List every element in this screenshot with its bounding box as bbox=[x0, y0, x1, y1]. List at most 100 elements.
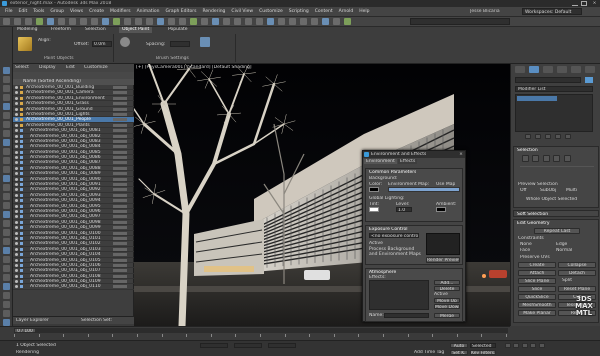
toggle-layer-explorer-icon[interactable] bbox=[278, 18, 285, 25]
toggle-scene-explorer-icon[interactable] bbox=[267, 18, 274, 25]
visibility-eye-icon[interactable] bbox=[15, 220, 18, 224]
freeze-column-toggle[interactable] bbox=[113, 231, 127, 235]
visibility-eye-icon[interactable] bbox=[15, 199, 18, 203]
edge-level-icon[interactable] bbox=[532, 155, 540, 162]
menu-arnold[interactable]: Arnold bbox=[336, 8, 357, 16]
prev-frame-icon[interactable] bbox=[513, 343, 520, 348]
process-bg-checkbox[interactable]: Process Background and Environment Maps bbox=[369, 247, 421, 257]
create-icon[interactable] bbox=[3, 67, 10, 74]
select-rotate-icon[interactable] bbox=[124, 18, 131, 25]
select-move-icon[interactable] bbox=[113, 18, 120, 25]
scene-explorer-tab-display[interactable]: Display bbox=[39, 65, 56, 70]
minimize-button[interactable] bbox=[572, 1, 578, 6]
select-manipulate-icon[interactable] bbox=[168, 18, 175, 25]
effect-active-checkbox[interactable]: Active bbox=[434, 292, 448, 297]
select-object-icon[interactable] bbox=[69, 18, 76, 25]
freeze-column-toggle[interactable] bbox=[113, 269, 127, 273]
time-slider-handle[interactable]: 0 / 100 bbox=[14, 328, 36, 333]
env-map-button[interactable] bbox=[388, 187, 460, 192]
freeze-column-toggle[interactable] bbox=[113, 215, 127, 219]
visibility-eye-icon[interactable] bbox=[15, 150, 18, 154]
rendered-frame-window-icon[interactable] bbox=[333, 18, 340, 25]
scene-states-icon[interactable] bbox=[3, 130, 10, 137]
freeze-column-toggle[interactable] bbox=[113, 102, 127, 106]
bg-color-swatch[interactable] bbox=[369, 187, 379, 192]
open-group-icon[interactable] bbox=[3, 220, 10, 227]
configure-sets-icon[interactable] bbox=[565, 134, 571, 139]
visibility-eye-icon[interactable] bbox=[15, 107, 18, 111]
render-production-icon[interactable] bbox=[344, 18, 351, 25]
freeze-column-toggle[interactable] bbox=[113, 285, 127, 289]
tint-swatch[interactable] bbox=[369, 207, 379, 212]
workspace-select[interactable]: Workspaces: Default bbox=[522, 8, 582, 15]
menu-graph-editors[interactable]: Graph Editors bbox=[163, 8, 200, 16]
snaps-toggle-icon[interactable] bbox=[190, 18, 197, 25]
next-frame-icon[interactable] bbox=[530, 343, 537, 348]
select-scale-icon[interactable] bbox=[135, 18, 142, 25]
viewport-layout-icon[interactable] bbox=[3, 139, 10, 146]
make-planar-button[interactable]: Make Planar bbox=[518, 310, 556, 316]
systems-icon[interactable] bbox=[3, 301, 10, 308]
mirror-icon[interactable] bbox=[245, 18, 252, 25]
undo-icon[interactable] bbox=[3, 18, 10, 25]
delete-effect-button[interactable]: Delete bbox=[434, 286, 460, 291]
light-lister-icon[interactable] bbox=[3, 265, 10, 272]
visibility-eye-icon[interactable] bbox=[15, 242, 18, 246]
menu-rendering[interactable]: Rendering bbox=[199, 8, 228, 16]
selection-rollout-title[interactable]: Selection bbox=[517, 148, 538, 153]
hide-icon[interactable] bbox=[3, 166, 10, 173]
edit-geometry-title[interactable]: Edit Geometry bbox=[517, 221, 550, 226]
slice-plane-button[interactable]: Slice Plane bbox=[518, 278, 556, 284]
ribbon-tab-selection[interactable]: Selection bbox=[82, 27, 109, 33]
container-icon[interactable] bbox=[3, 184, 10, 191]
collapse-button[interactable]: Collapse bbox=[558, 262, 596, 268]
reset-plane-button[interactable]: Reset Plane bbox=[558, 286, 596, 292]
viewport-label[interactable]: [+] [PhysCamera001] [Standard] [Default … bbox=[136, 65, 252, 70]
ungroup-icon[interactable] bbox=[3, 211, 10, 218]
freeze-column-toggle[interactable] bbox=[113, 166, 127, 170]
visibility-eye-icon[interactable] bbox=[15, 139, 18, 143]
freeze-column-toggle[interactable] bbox=[113, 274, 127, 278]
attach-button[interactable]: Attach bbox=[518, 270, 556, 276]
visibility-eye-icon[interactable] bbox=[15, 91, 18, 95]
freeze-column-toggle[interactable] bbox=[113, 134, 127, 138]
freeze-column-toggle[interactable] bbox=[113, 91, 127, 95]
ribbon-tab-modeling[interactable]: Modeling bbox=[14, 27, 40, 33]
layer-explorer-label[interactable]: Layer Explorer bbox=[16, 318, 49, 323]
modifier-stack[interactable] bbox=[515, 94, 593, 132]
constraint-face-radio[interactable]: Face bbox=[520, 248, 530, 253]
visibility-eye-icon[interactable] bbox=[15, 236, 18, 240]
modify-icon[interactable] bbox=[3, 76, 10, 83]
modifier-stack-item[interactable] bbox=[517, 96, 557, 101]
freeze-column-toggle[interactable] bbox=[113, 112, 127, 116]
add-effect-button[interactable]: Add... bbox=[434, 280, 460, 285]
exposure-title[interactable]: Exposure Control bbox=[369, 227, 408, 232]
visibility-eye-icon[interactable] bbox=[15, 156, 18, 160]
freeze-column-toggle[interactable] bbox=[113, 258, 127, 262]
goto-start-icon[interactable] bbox=[505, 343, 511, 348]
freeze-column-toggle[interactable] bbox=[113, 107, 127, 111]
list-item[interactable]: Archextreme_00_001_obj_0110 bbox=[13, 284, 134, 290]
scatter-icon[interactable] bbox=[200, 37, 210, 47]
spacing-field[interactable] bbox=[170, 41, 190, 47]
polygon-level-icon[interactable] bbox=[553, 155, 561, 162]
freeze-column-toggle[interactable] bbox=[113, 199, 127, 203]
freeze-column-toggle[interactable] bbox=[113, 220, 127, 224]
merge-button[interactable]: Merge bbox=[434, 313, 460, 318]
bind-space-warp-icon[interactable] bbox=[47, 18, 54, 25]
repeat-last-button[interactable]: Repeat Last bbox=[534, 228, 580, 234]
visibility-eye-icon[interactable] bbox=[15, 274, 18, 278]
xref-icon[interactable] bbox=[3, 148, 10, 155]
goto-end-icon[interactable] bbox=[538, 343, 545, 348]
shapes-icon[interactable] bbox=[3, 319, 10, 326]
freeze-icon[interactable] bbox=[3, 175, 10, 182]
object-name-field[interactable] bbox=[515, 77, 581, 83]
visibility-eye-icon[interactable] bbox=[15, 280, 18, 284]
rectangular-selection-icon[interactable] bbox=[91, 18, 98, 25]
selection-filter-icon[interactable] bbox=[58, 18, 65, 25]
freeze-column-toggle[interactable] bbox=[113, 236, 127, 240]
pin-stack-icon[interactable] bbox=[525, 134, 531, 139]
menu-scripting[interactable]: Scripting bbox=[286, 8, 312, 16]
dialog-titlebar[interactable]: Environment and Effects × bbox=[363, 151, 465, 158]
curve-editor-icon[interactable] bbox=[289, 18, 296, 25]
